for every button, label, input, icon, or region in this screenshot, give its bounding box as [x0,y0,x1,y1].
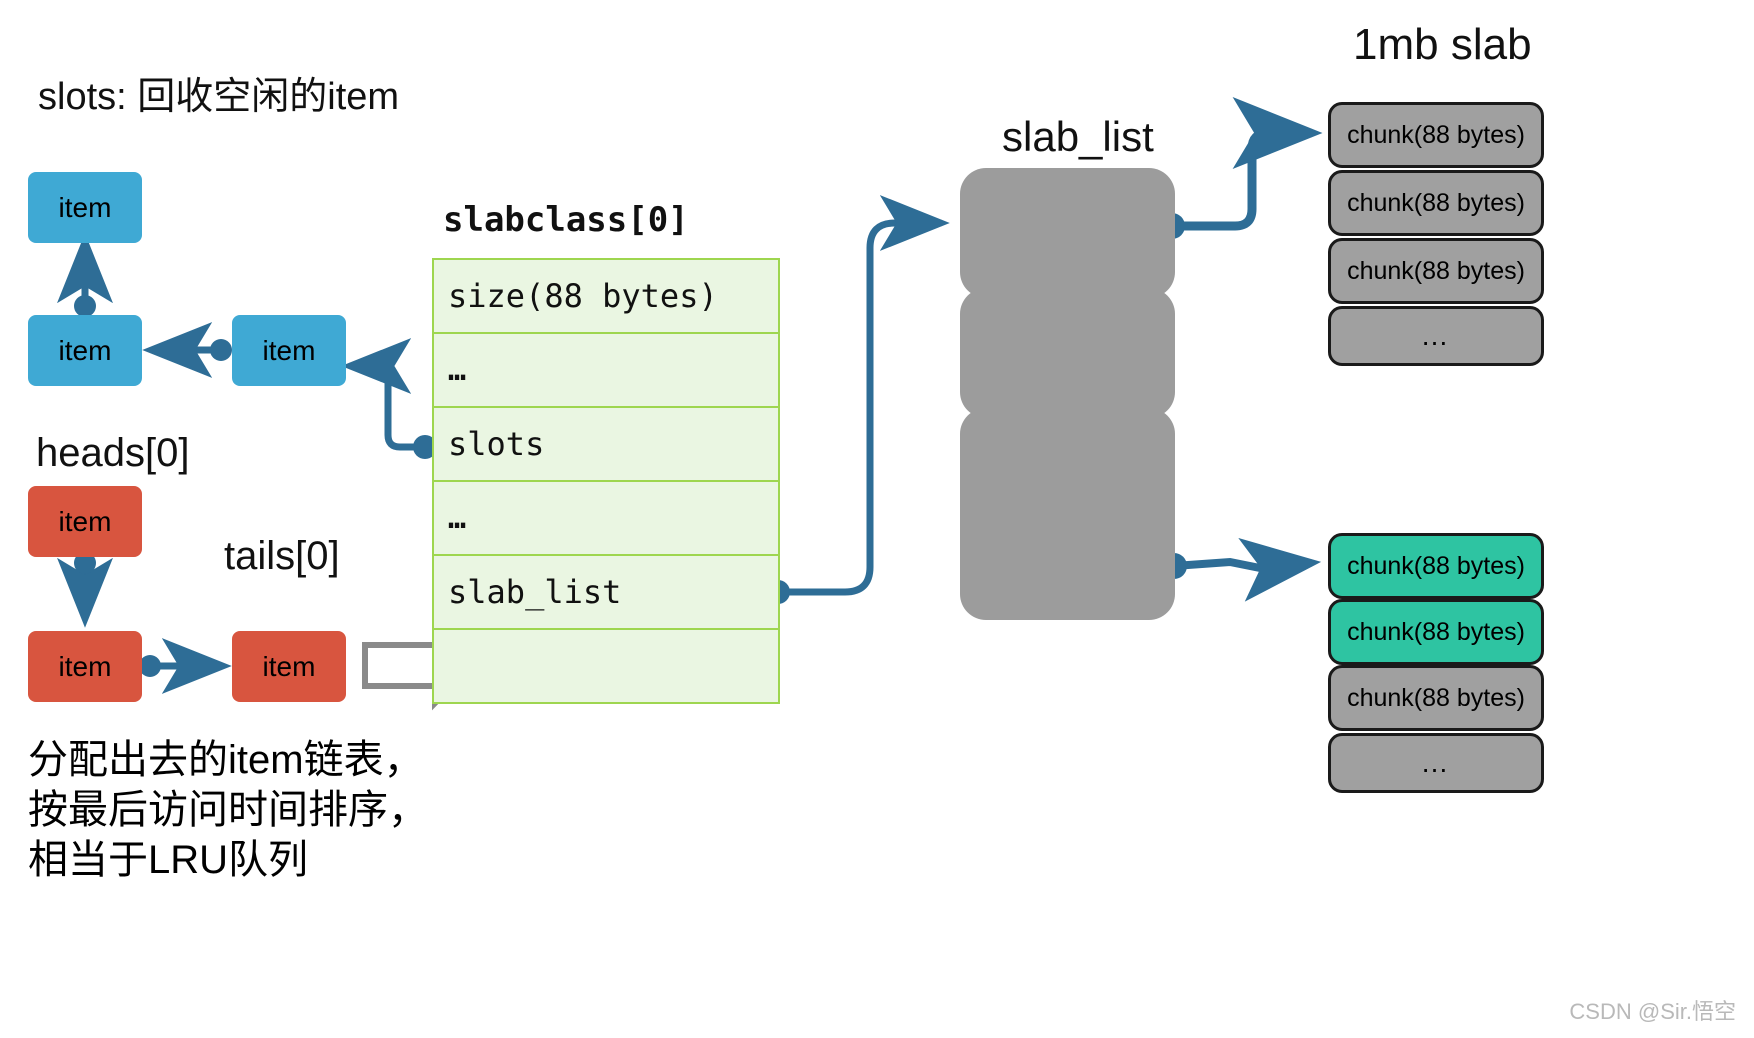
one-mb-slab-title: 1mb slab [1353,20,1532,69]
top-chunk-2[interactable]: chunk(88 bytes) [1328,170,1544,236]
bottom-chunk-4-label: … [1420,747,1452,778]
arrow-slab-to-bottom-chunks [1161,538,1322,602]
top-chunk-4-label: … [1420,320,1452,351]
slabclass-row-slots-text: slots [448,425,545,463]
diagram-canvas: slots: 回收空闲的item slabclass[0] slab_list … [0,0,1754,1038]
free-item-box-3[interactable]: item [232,315,346,386]
lru-item-box-3[interactable]: item [232,631,346,702]
arrow-lru-head-to-next [57,552,113,628]
bottom-chunk-3[interactable]: chunk(88 bytes) [1328,665,1544,731]
bottom-chunk-4[interactable]: … [1328,733,1544,793]
free-item-box-1[interactable]: item [28,172,142,243]
tails-label: tails[0] [224,534,340,578]
slab-block-1[interactable] [960,168,1175,298]
lru-item-label-2: item [58,650,112,682]
bottom-chunk-2[interactable]: chunk(88 bytes) [1328,599,1544,665]
slabclass-row-ellipsis-2-text: … [448,500,468,536]
top-chunk-4[interactable]: … [1328,306,1544,366]
slabclass-table: size(88 bytes) … slots … slab_list [432,258,780,704]
bottom-chunk-1[interactable]: chunk(88 bytes) [1328,533,1544,599]
slab-list-title: slab_list [1002,113,1154,160]
lru-item-box-2[interactable]: item [28,631,142,702]
top-chunk-2-label: chunk(88 bytes) [1347,188,1525,217]
free-item-label-2: item [58,334,112,366]
arrow-slots-to-free-list [341,338,437,459]
slots-caption: slots: 回收空闲的item [38,76,400,118]
lru-item-box-1[interactable]: item [28,486,142,557]
arrow-free-2-to-1 [57,233,113,317]
bottom-chunk-2-label: chunk(88 bytes) [1347,617,1525,646]
free-item-box-2[interactable]: item [28,315,142,386]
bottom-caption-line-2: 按最后访问时间排序， [28,788,428,832]
top-chunk-1-label: chunk(88 bytes) [1347,120,1525,149]
arrow-slab-to-top-chunks [1159,97,1323,239]
slabclass-row-ellipsis-1[interactable]: … [434,334,778,408]
bottom-caption-line-1: 分配出去的item链表， [28,738,424,782]
slabclass-row-empty[interactable] [434,630,778,702]
slab-block-3[interactable] [960,408,1175,620]
top-chunk-1[interactable]: chunk(88 bytes) [1328,102,1544,168]
top-chunk-3[interactable]: chunk(88 bytes) [1328,238,1544,304]
slabclass-row-ellipsis-2[interactable]: … [434,482,778,556]
free-item-label-1: item [58,191,112,223]
heads-label: heads[0] [36,431,190,475]
top-chunk-3-label: chunk(88 bytes) [1347,256,1525,285]
bottom-chunk-3-label: chunk(88 bytes) [1347,683,1525,712]
arrow-free-3-to-2 [142,322,232,378]
slabclass-row-size[interactable]: size(88 bytes) [434,260,778,334]
slabclass-row-slab-list[interactable]: slab_list [434,556,778,630]
lru-item-label-1: item [58,505,112,537]
free-item-label-3: item [262,334,316,366]
slabclass-row-ellipsis-1-text: … [448,352,468,388]
slabclass-row-slots[interactable]: slots [434,408,778,482]
slabclass-row-slab-list-text: slab_list [448,573,622,611]
slab-block-2[interactable] [960,288,1175,418]
bottom-chunk-1-label: chunk(88 bytes) [1347,551,1525,580]
slabclass-label: slabclass[0] [443,200,689,240]
bottom-caption: 分配出去的item链表， 按最后访问时间排序， 相当于LRU队列 [28,735,428,885]
lru-item-label-3: item [262,650,316,682]
arrow-lru-next-to-tail [139,638,232,694]
bottom-caption-line-3: 相当于LRU队列 [28,838,309,882]
watermark: CSDN @Sir.悟空 [1569,999,1736,1024]
arrow-slablist-to-slabs [766,195,950,604]
slabclass-row-size-text: size(88 bytes) [448,277,718,315]
